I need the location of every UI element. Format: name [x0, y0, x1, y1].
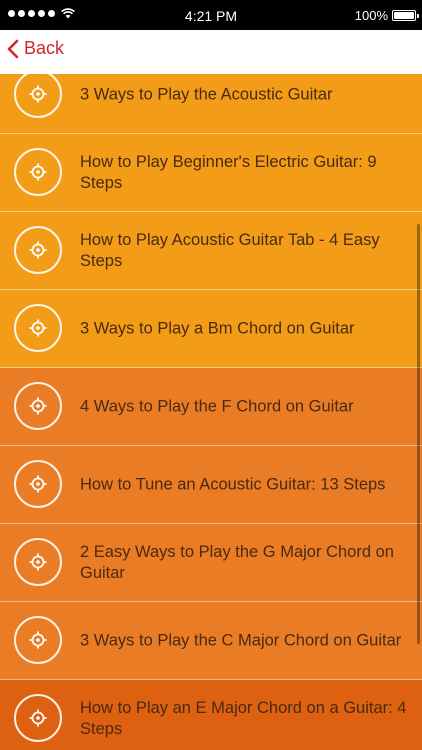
battery-level [394, 12, 414, 19]
target-icon [14, 74, 62, 118]
back-label: Back [24, 38, 65, 58]
target-icon [14, 616, 62, 664]
list-item[interactable]: 2 Easy Ways to Play the G Major Chord on… [0, 524, 422, 602]
target-icon [14, 304, 62, 352]
list-item-title: How to Tune an Acoustic Guitar: 13 Steps [80, 475, 386, 493]
article-list[interactable]: 3 Ways to Play the Acoustic Guitar How t… [0, 74, 422, 750]
list-item[interactable]: How to Tune an Acoustic Guitar: 13 Steps [0, 446, 422, 524]
status-bar: 4:21 PM 100% [0, 0, 422, 30]
scrollbar-thumb[interactable] [417, 224, 420, 644]
target-icon [14, 382, 62, 430]
list-item[interactable]: 4 Ways to Play the F Chord on Guitar [0, 368, 422, 446]
battery-group: 100% [354, 8, 419, 23]
chevron-left-icon [7, 39, 19, 58]
list-item[interactable]: 3 Ways to Play a Bm Chord on Guitar [0, 290, 422, 368]
target-icon [14, 694, 62, 742]
list-item-title: 2 Easy Ways to Play the G Major Chord on… [80, 542, 394, 582]
article-list-content: 3 Ways to Play the Acoustic Guitar How t… [0, 74, 422, 750]
list-item[interactable]: How to Play Beginner's Electric Guitar: … [0, 134, 422, 212]
list-item-title: 3 Ways to Play a Bm Chord on Guitar [80, 319, 355, 337]
list-item[interactable]: 3 Ways to Play the C Major Chord on Guit… [0, 602, 422, 680]
list-item-title: 4 Ways to Play the F Chord on Guitar [80, 397, 354, 415]
nav-bar: Back [0, 30, 422, 74]
list-item-title: 3 Ways to Play the Acoustic Guitar [80, 85, 333, 103]
scrollbar[interactable] [417, 224, 420, 644]
list-item[interactable]: 3 Ways to Play the Acoustic Guitar [0, 74, 422, 134]
list-item-title: How to Play Beginner's Electric Guitar: … [80, 152, 377, 192]
target-icon [14, 226, 62, 274]
list-item-title: 3 Ways to Play the C Major Chord on Guit… [80, 631, 402, 649]
list-item[interactable]: How to Play Acoustic Guitar Tab - 4 Easy… [0, 212, 422, 290]
target-icon [14, 148, 62, 196]
list-item[interactable]: How to Play an E Major Chord on a Guitar… [0, 680, 422, 750]
battery-percent: 100% [354, 8, 388, 23]
target-icon [14, 538, 62, 586]
back-button[interactable]: Back [6, 38, 64, 59]
battery-icon [392, 10, 419, 21]
app-screen: 4:21 PM 100% Back 3 Ways to Play the Aco… [0, 0, 422, 750]
list-item-title: How to Play an E Major Chord on a Guitar… [80, 698, 407, 738]
target-icon [14, 460, 62, 508]
list-item-title: How to Play Acoustic Guitar Tab - 4 Easy… [80, 230, 380, 270]
